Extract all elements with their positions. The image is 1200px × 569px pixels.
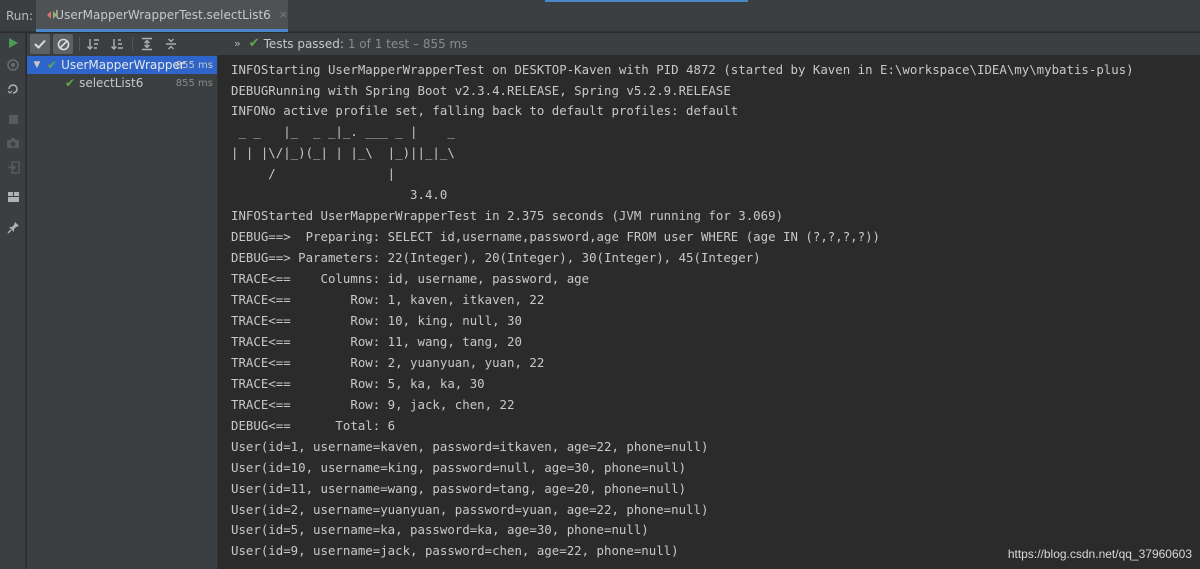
- test-run-config-icon: [46, 8, 58, 22]
- run-label: Run:: [6, 9, 34, 23]
- console-line: / |: [231, 166, 396, 181]
- console-line: TRACE<== Row: 10, king, null, 30: [231, 313, 522, 328]
- watermark: https://blog.csdn.net/qq_37960603: [1007, 547, 1192, 561]
- console-line: User(id=5, username=ka, password=ka, age…: [231, 522, 649, 537]
- console-line: TRACE<== Row: 9, jack, chen, 22: [231, 397, 515, 412]
- console-line: User(id=2, username=yuanyuan, password=y…: [231, 502, 709, 517]
- sort-alphabetically-icon[interactable]: [83, 34, 103, 54]
- check-icon: ✔: [65, 76, 76, 90]
- console-line: INFOStarting UserMapperWrapperTest on DE…: [231, 62, 1134, 77]
- run-actions-strip: [0, 33, 26, 569]
- export-icon[interactable]: [5, 159, 21, 175]
- test-status: » ✔ Tests passed: 1 of 1 test – 855 ms: [234, 36, 467, 51]
- console-line: | | |\/|_)(_| | |_\ |_)||_|_\: [231, 145, 455, 160]
- stop-icon[interactable]: [5, 111, 21, 127]
- test-tree-panel: [27, 33, 218, 569]
- console-line: _ _ |_ _ _|_. ___ _ | _: [231, 124, 455, 139]
- console-line: DEBUGRunning with Spring Boot v2.3.4.REL…: [231, 83, 731, 98]
- more-actions-chevron-icon[interactable]: »: [234, 37, 241, 50]
- sort-by-duration-icon[interactable]: [107, 34, 127, 54]
- camera-icon[interactable]: [5, 135, 21, 151]
- tree-item-duration: 855 ms: [175, 77, 213, 89]
- console-output[interactable]: INFOStarting UserMapperWrapperTest on DE…: [219, 56, 1200, 569]
- collapse-all-icon[interactable]: [161, 34, 181, 54]
- console-line: DEBUG==> Preparing: SELECT id,username,p…: [231, 229, 881, 244]
- tree-item-test-class[interactable]: ▼ ✔ UserMapperWrapper 855 ms: [27, 56, 217, 74]
- close-icon[interactable]: ×: [279, 8, 288, 21]
- tests-passed-detail: 1 of 1 test – 855 ms: [347, 36, 468, 51]
- console-line: TRACE<== Columns: id, username, password…: [231, 271, 590, 286]
- console-line: TRACE<== Row: 2, yuanyuan, yuan, 22: [231, 355, 545, 370]
- toggle-auto-test-icon[interactable]: [5, 81, 21, 97]
- console-line: User(id=11, username=wang, password=tang…: [231, 481, 687, 496]
- tree-item-label: UserMapperWrapper: [61, 58, 185, 72]
- tree-item-label: selectList6: [79, 76, 144, 90]
- console-line: User(id=9, username=jack, password=chen,…: [231, 543, 679, 558]
- rerun-failed-icon[interactable]: [5, 57, 21, 73]
- console-line: DEBUG<== Total: 6: [231, 418, 396, 433]
- tree-item-duration: 855 ms: [175, 59, 213, 71]
- console-line: DEBUG==> Parameters: 22(Integer), 20(Int…: [231, 250, 761, 265]
- console-line: User(id=10, username=king, password=null…: [231, 460, 687, 475]
- rerun-icon[interactable]: [5, 35, 21, 51]
- test-runner-toolbar: » ✔ Tests passed: 1 of 1 test – 855 ms: [27, 33, 1200, 55]
- console-line: 3.4.0: [231, 187, 448, 202]
- tree-item-test-method[interactable]: ✔ selectList6 855 ms: [27, 74, 217, 92]
- check-icon: ✔: [248, 36, 260, 51]
- toolbar-separator: [79, 37, 80, 51]
- expand-all-icon[interactable]: [137, 34, 157, 54]
- check-icon: ✔: [47, 58, 58, 72]
- console-line: INFONo active profile set, falling back …: [231, 103, 739, 118]
- pin-icon[interactable]: [5, 219, 21, 235]
- run-tab[interactable]: UserMapperWrapperTest.selectList6 ×: [36, 0, 288, 32]
- run-tab-title: UserMapperWrapperTest.selectList6: [55, 7, 271, 22]
- run-toolwindow-header: Run: UserMapperWrapperTest.selectList6 ×: [0, 0, 1200, 32]
- toolbar-separator: [132, 37, 133, 51]
- console-line: TRACE<== Row: 5, ka, ka, 30: [231, 376, 485, 391]
- console-line: TRACE<== Row: 1, kaven, itkaven, 22: [231, 292, 545, 307]
- layout-icon[interactable]: [5, 189, 21, 205]
- chevron-down-icon[interactable]: ▼: [31, 60, 43, 70]
- show-ignored-icon[interactable]: [53, 34, 73, 54]
- tests-passed-label: Tests passed:: [263, 36, 344, 51]
- console-line: User(id=1, username=kaven, password=itka…: [231, 439, 709, 454]
- console-line: TRACE<== Row: 11, wang, tang, 20: [231, 334, 522, 349]
- window-accent-line: [545, 0, 748, 2]
- show-passed-icon[interactable]: [30, 34, 50, 54]
- console-line: INFOStarted UserMapperWrapperTest in 2.3…: [231, 208, 784, 223]
